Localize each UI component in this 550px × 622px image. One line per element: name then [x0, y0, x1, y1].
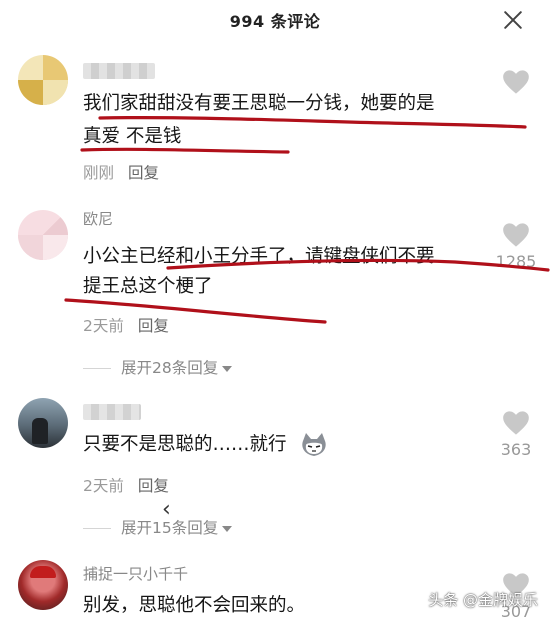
- comment-time: 刚刚: [83, 164, 115, 182]
- comment-time: 2天前: [83, 477, 124, 495]
- like-count: 1285: [495, 252, 537, 271]
- comment-text: 只要不是思聪的……就行: [83, 434, 287, 455]
- reply-button[interactable]: 回复: [138, 317, 169, 335]
- watermark-text: 头条 @金牌娱乐: [428, 591, 538, 609]
- close-icon[interactable]: [500, 8, 526, 34]
- comment-text: 我们家甜甜没有要王思聪一分钱，她要的是: [83, 93, 435, 114]
- avatar[interactable]: [18, 210, 68, 260]
- avatar[interactable]: [18, 560, 68, 610]
- username[interactable]: 捕捉一只小千千: [83, 563, 188, 584]
- reply-button[interactable]: 回复: [138, 477, 169, 495]
- heart-icon: [503, 223, 529, 247]
- comments-header: 994 条评论: [0, 0, 550, 40]
- like-button[interactable]: 1285: [486, 222, 546, 271]
- heart-icon: [503, 411, 529, 435]
- heart-icon: [503, 70, 529, 94]
- username-blurred: [83, 404, 141, 420]
- like-button[interactable]: 363: [486, 410, 546, 459]
- comment-meta: 2天前 回复: [83, 314, 169, 336]
- comment-text: 别发，思聪他不会回来的。: [83, 595, 306, 616]
- cat-emoji-icon: [302, 433, 326, 456]
- caret-down-icon: [222, 365, 233, 372]
- expand-replies-label: 展开28条回复: [121, 359, 219, 377]
- avatar[interactable]: [18, 398, 68, 448]
- chevron-left-icon[interactable]: ‹: [162, 497, 171, 522]
- comment-meta: 刚刚 回复: [83, 161, 159, 183]
- like-button[interactable]: [486, 69, 546, 99]
- reply-button[interactable]: 回复: [128, 164, 159, 182]
- comment-text: 提王总这个梗了: [83, 276, 213, 297]
- like-count: 363: [500, 440, 532, 459]
- watermark: 头条 @金牌娱乐: [428, 589, 538, 610]
- comment-time: 2天前: [83, 317, 124, 335]
- username-blurred: [83, 63, 155, 79]
- avatar[interactable]: [18, 55, 68, 105]
- expand-replies-button[interactable]: 展开28条回复: [83, 356, 233, 378]
- comment-text: 小公主已经和小王分手了，请键盘侠们不要: [83, 246, 435, 267]
- username[interactable]: 欧尼: [83, 208, 113, 229]
- divider: [83, 528, 111, 529]
- divider: [83, 368, 111, 369]
- caret-down-icon: [222, 525, 233, 532]
- comment-text: 真爱 不是钱: [83, 126, 182, 147]
- expand-replies-button[interactable]: 展开15条回复: [83, 516, 233, 538]
- comment-count-title: 994 条评论: [229, 12, 321, 31]
- comment-meta: 2天前 回复: [83, 474, 169, 496]
